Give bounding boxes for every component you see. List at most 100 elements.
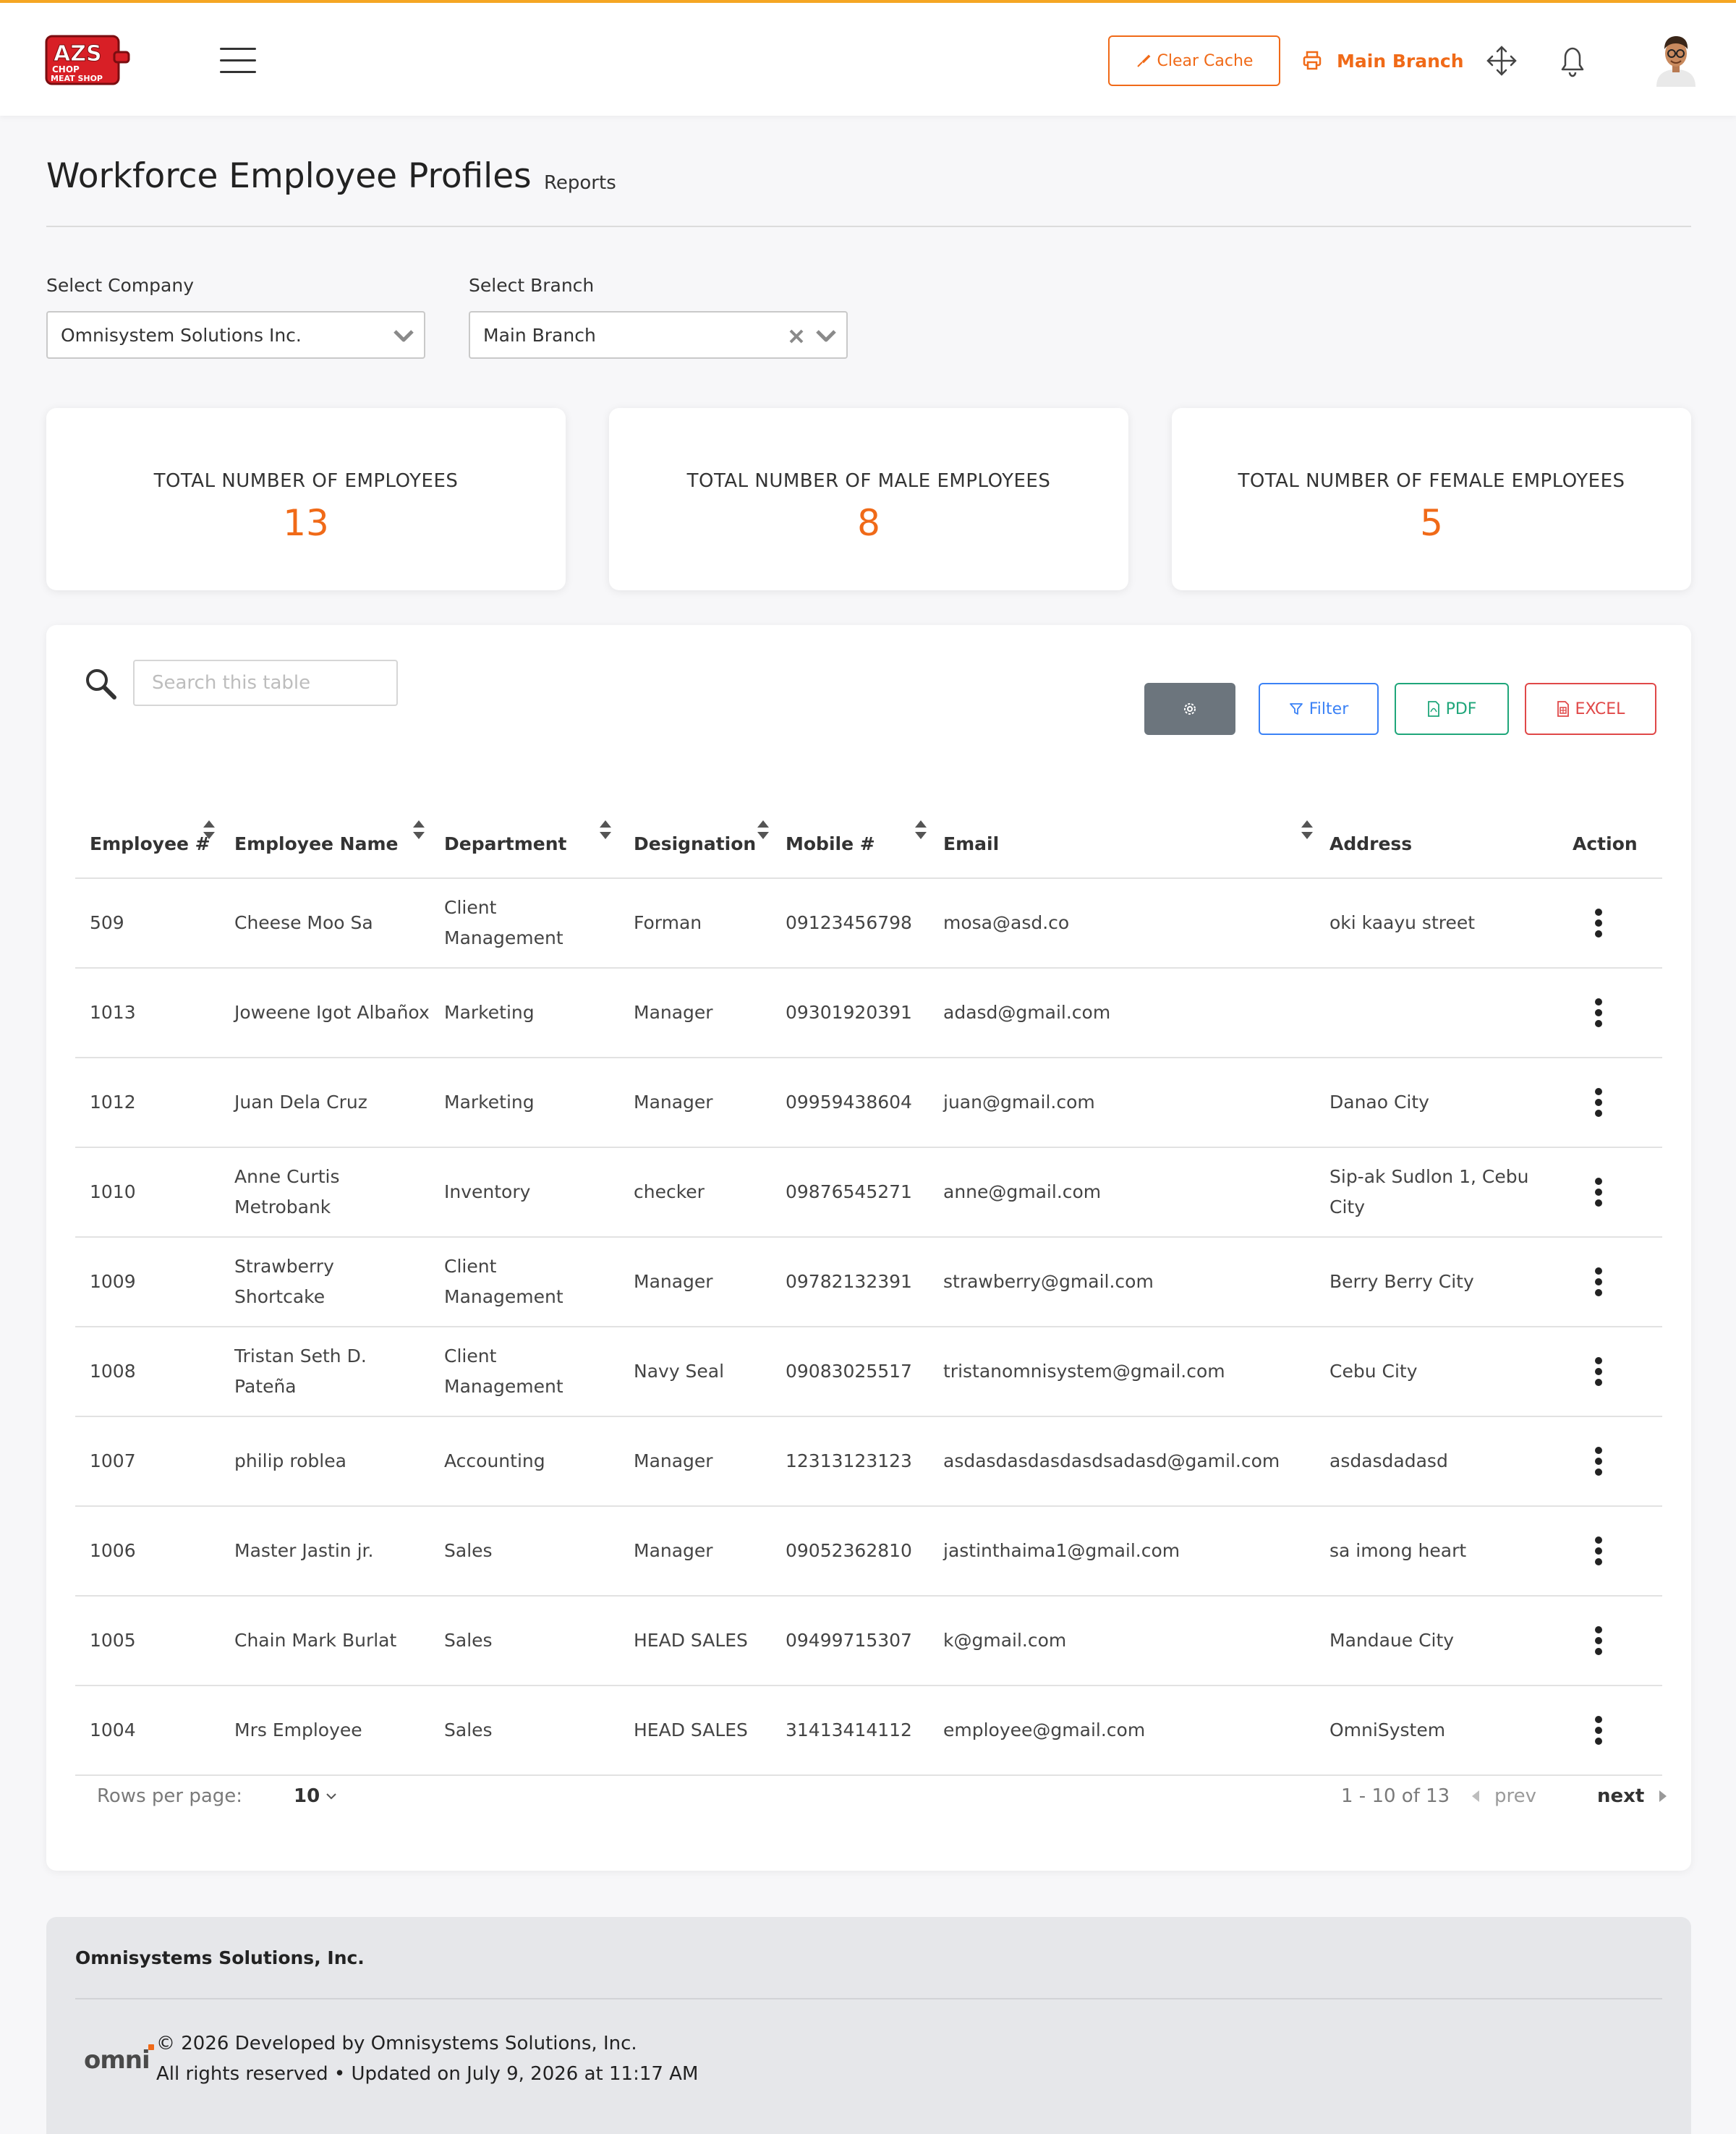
table-search-input[interactable]	[133, 660, 398, 706]
row-actions-icon[interactable]	[1594, 1267, 1603, 1296]
cell-designation: Forman	[619, 878, 771, 969]
footer-company: Omnisystems Solutions, Inc.	[75, 1947, 365, 1968]
menu-toggle-icon[interactable]	[220, 48, 256, 74]
row-actions-icon[interactable]	[1594, 1626, 1603, 1655]
cell-employee-number: 1013	[75, 968, 220, 1058]
prev-page-button[interactable]: prev	[1471, 1785, 1536, 1807]
footer: Omnisystems Solutions, Inc. omni © 2026 …	[46, 1917, 1691, 2134]
filter-button[interactable]: Filter	[1259, 683, 1379, 735]
cell-email: juan@gmail.com	[929, 1058, 1315, 1148]
stat-value: 5	[1420, 502, 1443, 544]
col-employee-number[interactable]: Employee #	[75, 787, 220, 879]
table-row[interactable]: 1010 Anne Curtis Metrobank Inventory che…	[75, 1147, 1662, 1238]
row-actions-icon[interactable]	[1594, 1447, 1603, 1476]
row-actions-icon[interactable]	[1594, 1178, 1603, 1207]
cell-designation: Manager	[619, 1058, 771, 1148]
header-divider	[46, 226, 1691, 227]
table-row[interactable]: 1008 Tristan Seth D. Pateña Client Manag…	[75, 1327, 1662, 1417]
clear-cache-label: Clear Cache	[1157, 51, 1254, 70]
cell-email: tristanomnisystem@gmail.com	[929, 1327, 1315, 1417]
col-mobile[interactable]: Mobile #	[771, 787, 929, 879]
azs-logo[interactable]: AZS CHOP MEAT SHOP	[45, 33, 130, 87]
table-row[interactable]: 1009 Strawberry Shortcake Client Managem…	[75, 1237, 1662, 1327]
cell-employee-name: Master Jastin jr.	[220, 1506, 430, 1597]
user-avatar[interactable]	[1652, 32, 1700, 87]
col-designation[interactable]: Designation	[619, 787, 771, 879]
row-actions-icon[interactable]	[1594, 1536, 1603, 1565]
cell-designation: Manager	[619, 968, 771, 1058]
cell-department: Accounting	[430, 1416, 619, 1507]
branch-select[interactable]: Main Branch	[469, 311, 848, 359]
cell-address	[1315, 968, 1558, 1058]
sort-icon[interactable]	[412, 819, 425, 841]
export-pdf-button[interactable]: PDF	[1395, 683, 1509, 735]
col-address: Address	[1315, 787, 1558, 879]
cell-department: Sales	[430, 1596, 619, 1686]
row-actions-icon[interactable]	[1594, 1088, 1603, 1117]
cell-email: employee@gmail.com	[929, 1685, 1315, 1776]
sort-icon[interactable]	[914, 819, 927, 841]
row-actions-icon[interactable]	[1594, 909, 1603, 938]
employee-table-card: Filter PDF EXCEL Employee # Employee Nam…	[46, 625, 1691, 1871]
cell-employee-number: 1008	[75, 1327, 220, 1417]
cell-employee-name: Cheese Moo Sa	[220, 878, 430, 969]
branch-switcher[interactable]: Main Branch	[1302, 45, 1464, 77]
cell-mobile: 09876545271	[771, 1147, 929, 1238]
cell-department: Marketing	[430, 968, 619, 1058]
cell-designation: checker	[619, 1147, 771, 1238]
cell-address: sa imong heart	[1315, 1506, 1558, 1597]
sort-icon[interactable]	[203, 819, 216, 841]
bell-icon[interactable]	[1557, 43, 1588, 78]
cell-department: Sales	[430, 1685, 619, 1776]
filter-icon	[1289, 703, 1303, 715]
sort-icon[interactable]	[757, 819, 770, 841]
table-row[interactable]: 1004 Mrs Employee Sales HEAD SALES 31413…	[75, 1685, 1662, 1776]
rows-per-page-select[interactable]: 10	[294, 1785, 337, 1807]
cell-mobile: 09301920391	[771, 968, 929, 1058]
col-action: Action	[1558, 787, 1662, 879]
table-row[interactable]: 509 Cheese Moo Sa Client Management Form…	[75, 878, 1662, 969]
table-row[interactable]: 1013 Joweene Igot Albañox Marketing Mana…	[75, 968, 1662, 1058]
chevron-down-icon	[816, 330, 836, 342]
col-employee-name[interactable]: Employee Name	[220, 787, 430, 879]
caret-right-icon	[1659, 1790, 1667, 1802]
row-actions-icon[interactable]	[1594, 1716, 1603, 1745]
column-settings-button[interactable]	[1144, 683, 1235, 735]
next-page-button[interactable]: next	[1597, 1785, 1667, 1807]
table-row[interactable]: 1006 Master Jastin jr. Sales Manager 090…	[75, 1506, 1662, 1597]
col-department[interactable]: Department	[430, 787, 619, 879]
clear-icon[interactable]	[787, 327, 806, 346]
cell-email: asdasdasdasdasdsadasd@gamil.com	[929, 1416, 1315, 1507]
company-select[interactable]: Omnisystem Solutions Inc.	[46, 311, 425, 359]
table-row[interactable]: 1007 philip roblea Accounting Manager 12…	[75, 1416, 1662, 1507]
file-pdf-icon	[1427, 701, 1439, 717]
footer-divider	[75, 1998, 1662, 1999]
table-row[interactable]: 1012 Juan Dela Cruz Marketing Manager 09…	[75, 1058, 1662, 1148]
svg-text:MEAT SHOP: MEAT SHOP	[51, 74, 103, 83]
page-range: 1 - 10 of 13	[1341, 1785, 1450, 1807]
col-email[interactable]: Email	[929, 787, 1315, 879]
cell-address: Sip-ak Sudlon 1, Cebu City	[1315, 1147, 1558, 1238]
cell-mobile: 12313123123	[771, 1416, 929, 1507]
sort-icon[interactable]	[599, 819, 612, 841]
cell-email: mosa@asd.co	[929, 878, 1315, 969]
stat-card-male: TOTAL NUMBER OF MALE EMPLOYEES 8	[609, 408, 1128, 590]
chevron-down-icon	[326, 1793, 336, 1800]
row-actions-icon[interactable]	[1594, 998, 1603, 1027]
export-excel-button[interactable]: EXCEL	[1525, 683, 1656, 735]
table-row[interactable]: 1005 Chain Mark Burlat Sales HEAD SALES …	[75, 1596, 1662, 1686]
footer-updated: All rights reserved • Updated on July 9,…	[156, 2063, 699, 2085]
cell-employee-number: 1009	[75, 1237, 220, 1327]
file-excel-icon	[1557, 701, 1569, 717]
next-label: next	[1597, 1785, 1645, 1807]
sort-icon[interactable]	[1301, 819, 1314, 841]
cell-department: Client Management	[430, 1237, 619, 1327]
fullscreen-icon[interactable]	[1486, 45, 1518, 77]
cell-employee-number: 509	[75, 878, 220, 969]
cell-employee-name: Anne Curtis Metrobank	[220, 1147, 430, 1238]
clear-cache-button[interactable]: Clear Cache	[1108, 35, 1280, 86]
stat-value: 8	[857, 502, 880, 544]
cell-employee-number: 1004	[75, 1685, 220, 1776]
page-title: Workforce Employee Profiles	[46, 156, 532, 196]
row-actions-icon[interactable]	[1594, 1357, 1603, 1386]
